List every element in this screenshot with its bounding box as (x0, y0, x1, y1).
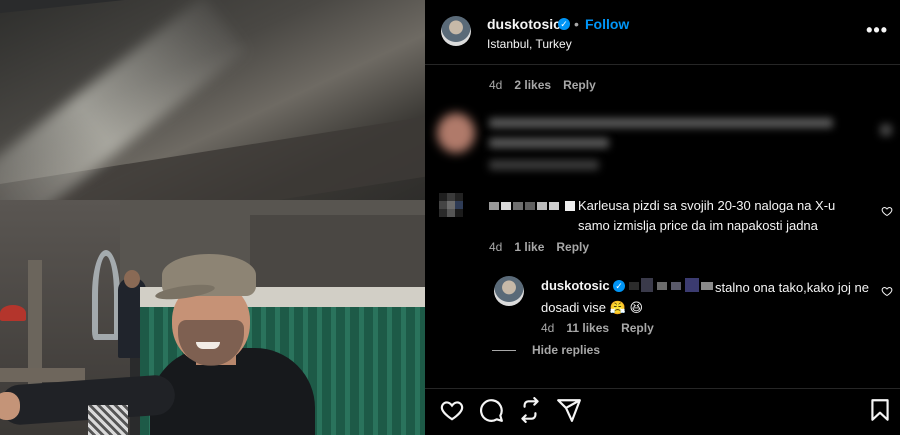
comment-body: Karleusa pizdi sa svojih 20-30 naloga na… (578, 198, 836, 233)
share-icon[interactable] (517, 397, 543, 423)
post-header: duskotosic ✓ • Follow Istanbul, Turkey •… (425, 0, 900, 64)
separator-dot: • (574, 16, 579, 32)
post-location[interactable]: Istanbul, Turkey (487, 37, 572, 51)
background-person-head (124, 270, 140, 288)
comment-time[interactable]: 4d (489, 78, 502, 92)
comment-icon[interactable] (478, 397, 504, 423)
comment-meta: 4d 1 like Reply (489, 240, 601, 254)
follow-button[interactable]: Follow (585, 16, 629, 32)
avatar[interactable] (441, 16, 471, 46)
reply-text: stalno ona tako,kako joj ne dosadi vise … (541, 278, 871, 318)
red-hat (0, 305, 26, 321)
blurred-heart (880, 124, 892, 136)
table (0, 368, 85, 382)
comment-time[interactable]: 4d (489, 240, 502, 254)
actions-divider (425, 388, 900, 389)
pixelated-avatar (439, 193, 469, 223)
sculpture (92, 250, 120, 340)
reply-emojis: 😤 😆 (609, 300, 644, 315)
man-smile (196, 342, 220, 349)
man-hand (0, 392, 20, 420)
bookmark-icon[interactable] (867, 397, 893, 423)
more-options-icon[interactable]: ••• (866, 20, 888, 41)
blurred-text (489, 138, 609, 148)
blurred-text (489, 118, 833, 128)
post-sidebar: duskotosic ✓ • Follow Istanbul, Turkey •… (425, 0, 900, 435)
reply-meta: 4d 11 likes Reply (541, 321, 666, 335)
blurred-avatar (437, 113, 475, 153)
blurred-meta (489, 160, 599, 170)
comment-likes[interactable]: 1 like (514, 240, 544, 254)
reply-time[interactable]: 4d (541, 321, 554, 335)
action-bar (425, 391, 900, 427)
reply-avatar[interactable] (494, 276, 524, 306)
reply-button[interactable]: Reply (563, 78, 596, 92)
post-username[interactable]: duskotosic (487, 16, 561, 32)
reply-body: stalno ona tako,kako joj ne dosadi vise (541, 280, 869, 315)
cabinet (250, 215, 425, 295)
like-comment-heart-icon[interactable] (881, 205, 893, 217)
heart-icon[interactable] (439, 397, 465, 423)
chair (88, 405, 128, 435)
send-icon[interactable] (556, 397, 582, 423)
pixelated-username (489, 200, 579, 212)
reply-button[interactable]: Reply (621, 321, 654, 335)
reply-button[interactable]: Reply (556, 240, 589, 254)
reply-likes[interactable]: 11 likes (566, 321, 609, 335)
verified-icon: ✓ (558, 18, 570, 30)
instagram-post-modal: duskotosic ✓ • Follow Istanbul, Turkey •… (0, 0, 900, 435)
post-photo[interactable] (0, 0, 425, 435)
header-divider (425, 64, 900, 65)
comment-meta: 4d 2 likes Reply (489, 78, 608, 92)
like-reply-heart-icon[interactable] (881, 285, 893, 297)
hide-replies-button[interactable]: Hide replies (491, 343, 600, 357)
comment-text: Karleusa pizdi sa svojih 20-30 naloga na… (578, 196, 863, 236)
comment-likes[interactable]: 2 likes (514, 78, 551, 92)
